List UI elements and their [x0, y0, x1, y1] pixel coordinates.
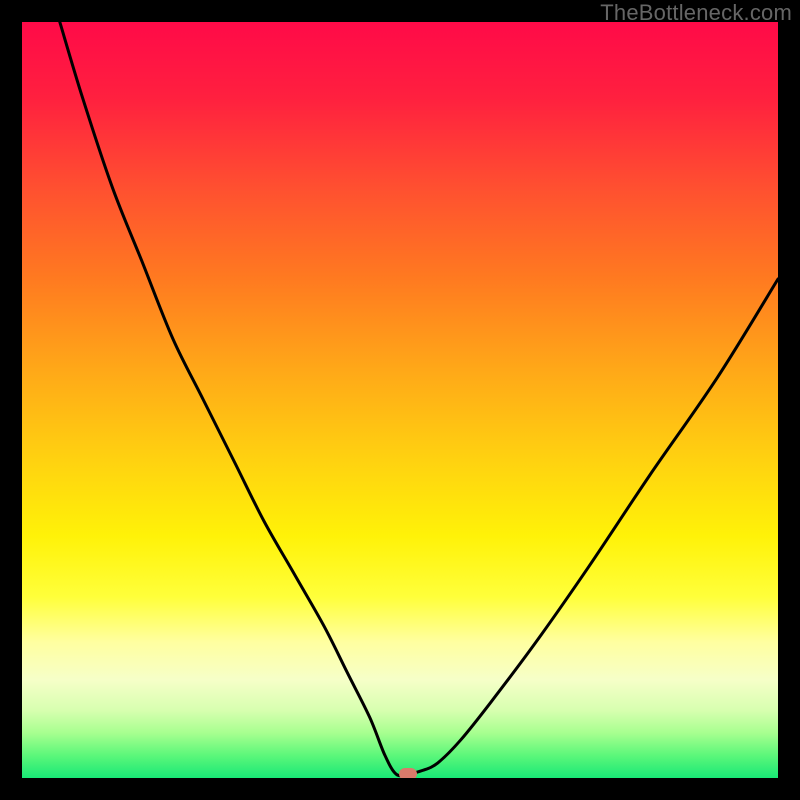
- plot-area: [22, 22, 778, 778]
- optimum-marker: [399, 768, 417, 778]
- chart-frame: TheBottleneck.com: [0, 0, 800, 800]
- bottleneck-curve: [22, 22, 778, 778]
- watermark-text: TheBottleneck.com: [600, 0, 792, 26]
